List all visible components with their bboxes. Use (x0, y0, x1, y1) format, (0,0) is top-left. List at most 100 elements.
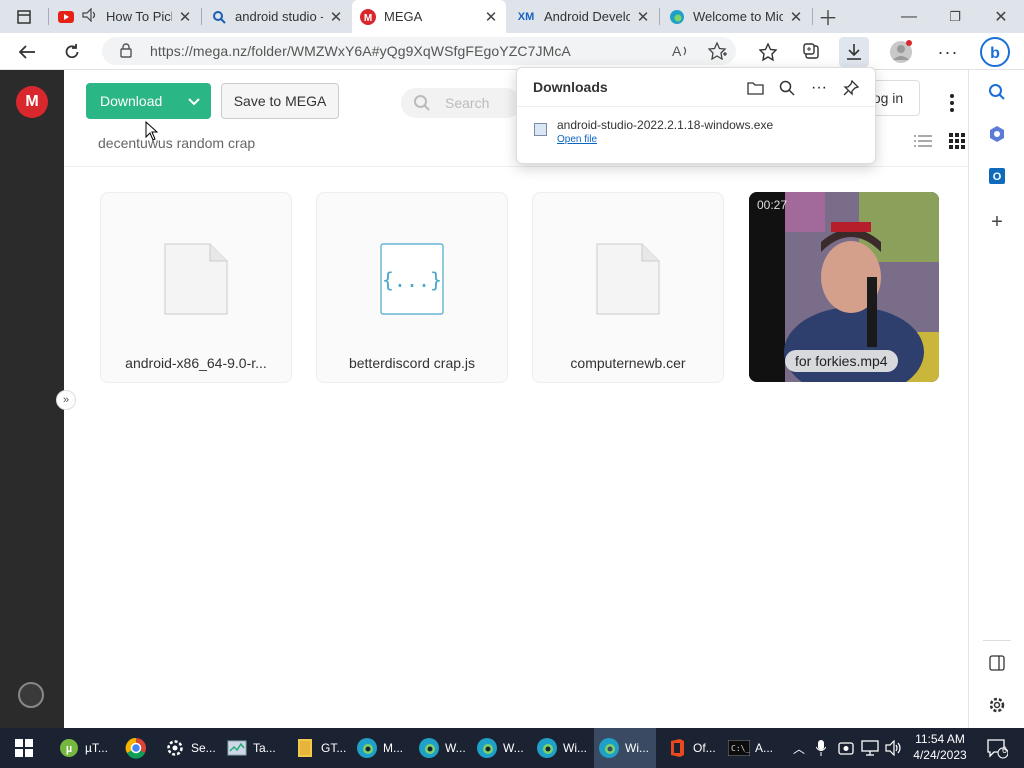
minimize-button[interactable]: — (886, 0, 932, 33)
sidebar-search-button[interactable] (983, 78, 1011, 106)
start-button[interactable] (0, 728, 48, 768)
downloads-button[interactable] (839, 37, 869, 67)
sidebar-settings-button[interactable] (983, 691, 1011, 719)
audio-playing-icon[interactable] (82, 7, 98, 25)
volume-icon[interactable] (884, 728, 904, 768)
close-icon: ✕ (994, 8, 1008, 26)
notifications-button[interactable]: 6 (980, 728, 1014, 768)
profile-button[interactable] (886, 37, 916, 67)
close-tab-icon[interactable]: ✕ (178, 8, 192, 26)
file-name: for forkies.mp4 (785, 350, 898, 372)
microphone-icon[interactable] (812, 728, 830, 768)
taskbar-item-office[interactable]: Of... (662, 728, 720, 768)
back-button[interactable] (12, 37, 42, 67)
video-file-card[interactable]: 00:27 for forkies.mp4 (749, 192, 939, 382)
search-icon (989, 84, 1005, 100)
taskbar-label: W... (445, 741, 466, 755)
refresh-button[interactable] (57, 37, 87, 67)
read-aloud-icon[interactable]: A (672, 42, 690, 63)
close-window-button[interactable]: ✕ (978, 0, 1024, 33)
show-hidden-icons-button[interactable]: ︿ (790, 728, 808, 768)
download-button[interactable]: Download (86, 83, 211, 119)
tab-youtube[interactable]: How To Pick ✕ (50, 0, 200, 33)
network-icon[interactable] (860, 728, 880, 768)
edge-icon (669, 9, 685, 25)
youtube-icon (58, 9, 74, 25)
file-card[interactable]: android-x86_64-9.0-r... (100, 192, 292, 383)
download-icon (847, 44, 861, 60)
favorites-button[interactable] (753, 37, 783, 67)
taskbar-item-edge-3[interactable]: W... (472, 728, 528, 768)
close-tab-icon[interactable]: ✕ (329, 8, 343, 26)
taskbar-item-edge-active[interactable]: Wi... (594, 728, 656, 768)
bing-chat-button[interactable]: b (980, 37, 1010, 67)
sync-icon[interactable] (18, 682, 44, 708)
grid-view-icon[interactable] (949, 133, 965, 149)
file-name: android-x86_64-9.0-r... (125, 355, 267, 371)
downloads-title: Downloads (533, 79, 608, 95)
taskbar-item-utorrent[interactable]: µ µT... (54, 728, 114, 768)
notification-count: 6 (1002, 745, 1008, 755)
downloads-more-button[interactable]: ··· (808, 77, 830, 99)
file-card[interactable]: computernewb.cer (532, 192, 724, 383)
svg-text:µ: µ (66, 743, 72, 755)
add-favorite-icon[interactable] (707, 41, 728, 63)
more-options-icon[interactable] (946, 92, 958, 116)
tab-android-studio-search[interactable]: android studio - ✕ (203, 0, 351, 33)
tab-android-developers[interactable]: XM Android Develop ✕ (508, 0, 658, 33)
taskbar-item-edge-4[interactable]: Wi... (532, 728, 590, 768)
save-to-mega-button[interactable]: Save to MEGA (221, 83, 339, 119)
new-tab-button[interactable]: ＋ (808, 0, 848, 33)
collections-button[interactable] (797, 37, 827, 67)
expand-sidebar-button[interactable]: » (56, 390, 76, 410)
sidebar-tools-button[interactable] (983, 120, 1011, 148)
close-tab-icon[interactable]: ✕ (484, 8, 498, 26)
edge-icon (536, 737, 558, 759)
svg-text:O: O (993, 171, 1002, 183)
taskbar-item-folder[interactable]: GT... (290, 728, 348, 768)
chevron-right-icon: » (62, 394, 70, 406)
search-downloads-button[interactable] (776, 77, 798, 99)
mega-icon: M (360, 8, 376, 25)
tab-mega[interactable]: M MEGA ✕ (352, 0, 506, 33)
system-clock[interactable]: 11:54 AM 4/24/2023 (908, 731, 972, 763)
tab-title: MEGA (384, 9, 423, 24)
search-icon (779, 80, 795, 96)
sidebar-add-button[interactable]: + (983, 208, 1011, 236)
taskbar-label: Of... (693, 741, 716, 755)
settings-menu-button[interactable]: ··· (933, 37, 963, 67)
address-bar[interactable]: https://mega.nz/folder/WMZWxY6A#yQg9XqWS… (102, 37, 736, 65)
lock-icon[interactable] (120, 43, 132, 61)
chevron-down-icon[interactable] (177, 93, 211, 109)
open-file-link[interactable]: Open file (557, 134, 597, 145)
mega-logo[interactable]: M (16, 86, 48, 118)
security-icon[interactable] (836, 728, 856, 768)
generic-file-icon (596, 243, 660, 315)
taskbar-item-task-manager[interactable]: Ta... (222, 728, 280, 768)
taskbar-item-edge-1[interactable]: M... (352, 728, 408, 768)
close-tab-icon[interactable]: ✕ (789, 8, 803, 26)
download-filename[interactable]: android-studio-2022.2.1.18-windows.exe (557, 118, 773, 132)
edge-icon (476, 737, 498, 759)
more-icon: ··· (937, 41, 959, 62)
close-tab-icon[interactable]: ✕ (636, 8, 650, 26)
hide-sidebar-button[interactable] (983, 649, 1011, 677)
open-downloads-folder-button[interactable] (744, 77, 766, 99)
taskbar-item-edge-2[interactable]: W... (414, 728, 470, 768)
restore-button[interactable]: ❐ (932, 0, 978, 33)
pin-downloads-button[interactable] (840, 77, 862, 99)
file-card[interactable]: {...} betterdiscord crap.js (316, 192, 508, 383)
tab-actions-button[interactable] (0, 0, 48, 33)
search-input[interactable]: Search (401, 88, 521, 118)
url-text[interactable]: https://mega.nz/folder/WMZWxY6A#yQg9XqWS… (150, 43, 571, 59)
taskbar-item-chrome[interactable] (118, 728, 154, 768)
sidebar-outlook-button[interactable]: O (983, 162, 1011, 190)
edge-icon (418, 737, 440, 759)
tab-welcome-microsoft[interactable]: Welcome to Mic ✕ (661, 0, 811, 33)
chevron-up-icon: ︿ (792, 741, 805, 756)
list-view-icon[interactable] (914, 133, 932, 149)
address-row: https://mega.nz/folder/WMZWxY6A#yQg9XqWS… (0, 33, 1024, 70)
taskbar-item-terminal[interactable]: C:\_ A... (724, 728, 782, 768)
taskbar-item-settings[interactable]: Se... (160, 728, 216, 768)
svg-text:{...}: {...} (382, 268, 442, 292)
